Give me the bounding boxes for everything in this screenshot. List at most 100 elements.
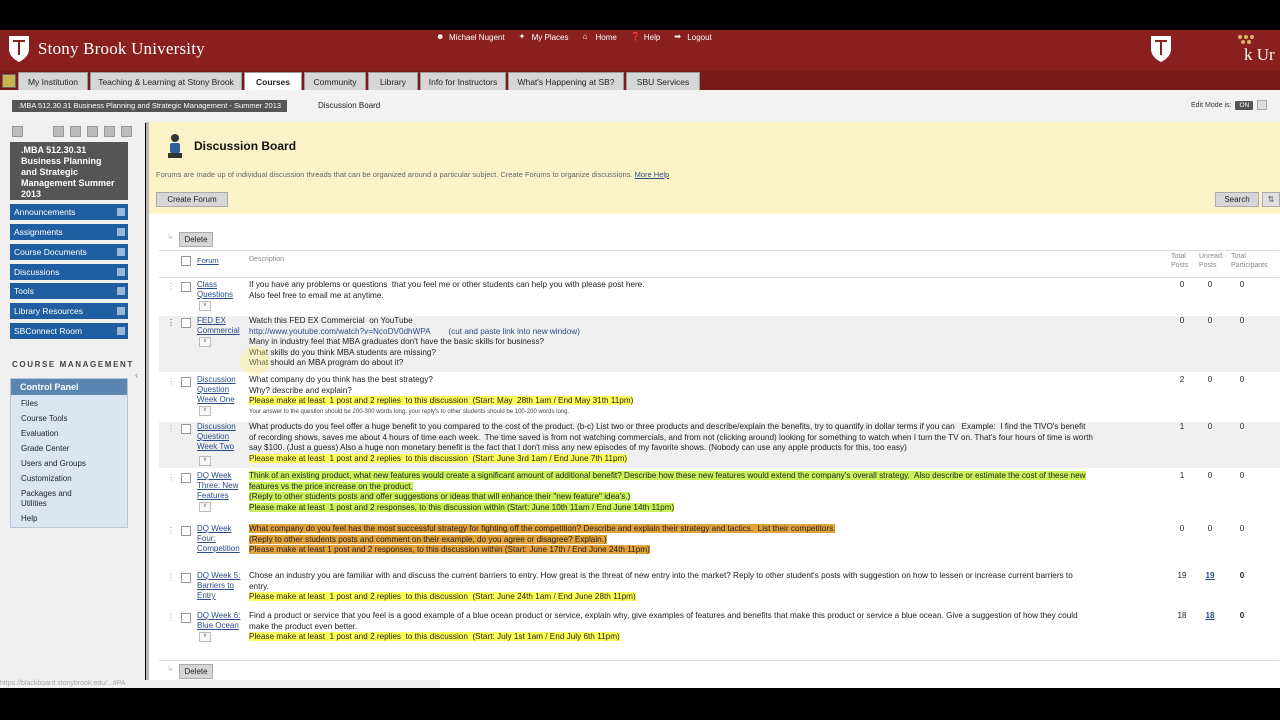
row-checkbox[interactable] bbox=[181, 424, 191, 434]
select-all-checkbox[interactable] bbox=[181, 256, 191, 266]
home-link[interactable]: ⌂ Home bbox=[583, 32, 617, 42]
logout-link[interactable]: ➡ Logout bbox=[674, 32, 711, 42]
delete-button-bottom[interactable]: Delete bbox=[179, 664, 213, 679]
sidebar-item-discussions[interactable]: Discussions bbox=[10, 264, 128, 280]
menu-options-icon[interactable] bbox=[117, 208, 125, 216]
control-panel-course-tools[interactable]: Course Tools bbox=[21, 414, 68, 423]
tab-teaching-learning[interactable]: Teaching & Learning at Stony Brook bbox=[90, 72, 242, 90]
menu-options-icon[interactable] bbox=[117, 268, 125, 276]
control-panel-grade-center[interactable]: Grade Center bbox=[21, 444, 69, 453]
menu-options-icon[interactable] bbox=[117, 287, 125, 295]
edit-mode-value[interactable]: ON bbox=[1235, 100, 1254, 110]
folder-icon[interactable] bbox=[70, 126, 81, 137]
tab-courses[interactable]: Courses bbox=[244, 72, 302, 90]
drag-handle-icon[interactable]: ⋮ bbox=[167, 526, 175, 535]
folder-view-icon[interactable] bbox=[53, 126, 64, 137]
control-panel-users-groups[interactable]: Users and Groups bbox=[21, 459, 86, 468]
control-panel-header[interactable]: Control Panel bbox=[11, 379, 127, 395]
drag-handle-icon[interactable]: ⋮ bbox=[167, 473, 175, 482]
chevron-down-icon[interactable]: ∨ bbox=[199, 406, 211, 416]
chevron-down-icon[interactable]: ∨ bbox=[199, 301, 211, 311]
window-bottom-bar bbox=[0, 688, 1280, 720]
drag-handle-icon[interactable]: ⋮ bbox=[167, 282, 175, 291]
unread-posts[interactable]: 18 bbox=[1201, 611, 1219, 620]
column-total-posts[interactable]: Total Posts bbox=[1171, 252, 1193, 270]
my-places-link[interactable]: ✦ My Places bbox=[519, 32, 569, 42]
forum-name[interactable]: FED EX Commercial bbox=[197, 316, 245, 336]
highlighted-line: What company do you feel has the most su… bbox=[249, 524, 836, 533]
chevron-down-icon[interactable]: ∨ bbox=[199, 337, 211, 347]
sidebar-item-announcements[interactable]: Announcements bbox=[10, 204, 128, 220]
menu-options-icon[interactable] bbox=[117, 307, 125, 315]
column-total-participants[interactable]: Total Participants bbox=[1231, 252, 1279, 270]
university-logo[interactable]: Stony Brook University bbox=[8, 35, 205, 63]
course-title-box[interactable]: .MBA 512.30.31 Business Planning and Str… bbox=[10, 142, 128, 200]
chevron-down-icon[interactable]: ∨ bbox=[199, 456, 211, 466]
help-link[interactable]: ❓ Help bbox=[631, 32, 660, 42]
forum-row: ⋮ DQ Week 6: Blue Ocean ∨ Find a product… bbox=[159, 611, 1280, 657]
settings-icon[interactable] bbox=[104, 126, 115, 137]
control-panel-help[interactable]: Help bbox=[21, 514, 37, 523]
forum-name[interactable]: DQ Week 6: Blue Ocean bbox=[197, 611, 245, 631]
sidebar-item-course-documents[interactable]: Course Documents bbox=[10, 244, 128, 260]
edit-mode-toggle[interactable]: Edit Mode is: ON bbox=[1191, 100, 1268, 110]
add-menu-item-icon[interactable] bbox=[12, 126, 23, 137]
forum-name[interactable]: Class Questions bbox=[197, 280, 245, 300]
drag-handle-icon[interactable]: ⋮ bbox=[167, 318, 175, 327]
tab-my-institution[interactable]: My Institution bbox=[18, 72, 88, 90]
row-checkbox[interactable] bbox=[181, 613, 191, 623]
forum-description: What products do you feel offer a huge b… bbox=[249, 422, 1171, 464]
row-checkbox[interactable] bbox=[181, 377, 191, 387]
menu-options-icon[interactable] bbox=[117, 248, 125, 256]
drag-handle-icon[interactable]: ⋮ bbox=[167, 573, 175, 582]
help-icon: ❓ bbox=[630, 32, 641, 41]
delete-button-top[interactable]: Delete bbox=[179, 232, 213, 247]
forum-name[interactable]: Discussion Question Week One bbox=[197, 375, 245, 405]
menu-icon[interactable] bbox=[2, 74, 16, 88]
tab-library[interactable]: Library bbox=[368, 72, 418, 90]
drag-handle-icon[interactable]: ⋮ bbox=[167, 424, 175, 433]
menu-options-icon[interactable] bbox=[117, 327, 125, 335]
control-panel-files[interactable]: Files bbox=[21, 399, 38, 408]
control-panel-evaluation[interactable]: Evaluation bbox=[21, 429, 58, 438]
row-checkbox[interactable] bbox=[181, 473, 191, 483]
breadcrumb-course[interactable]: .MBA 512.30.31 Business Planning and Str… bbox=[12, 100, 288, 112]
tab-whats-happening[interactable]: What's Happening at SB? bbox=[508, 72, 624, 90]
forum-name[interactable]: DQ Week Three: New Features bbox=[197, 471, 245, 501]
row-checkbox[interactable] bbox=[181, 526, 191, 536]
chevron-down-icon[interactable]: ∨ bbox=[199, 502, 211, 512]
column-unread-posts[interactable]: Unread Posts bbox=[1199, 252, 1227, 270]
more-help-link[interactable]: More Help bbox=[635, 170, 670, 179]
window-icon[interactable] bbox=[87, 126, 98, 137]
control-panel-packages-utilities[interactable]: Packages and Utilities bbox=[21, 489, 85, 509]
drag-handle-icon[interactable]: ⋮ bbox=[167, 613, 175, 622]
sidebar-item-assignments[interactable]: Assignments bbox=[10, 224, 128, 240]
row-checkbox[interactable] bbox=[181, 573, 191, 583]
tab-info-instructors[interactable]: Info for Instructors bbox=[420, 72, 506, 90]
course-title: .MBA 512.30.31 Business Planning and Str… bbox=[21, 145, 115, 199]
unread-posts[interactable]: 19 bbox=[1201, 571, 1219, 580]
tab-community[interactable]: Community bbox=[304, 72, 366, 90]
forum-name[interactable]: DQ Week Four: Competition bbox=[197, 524, 245, 554]
sidebar-item-tools[interactable]: Tools bbox=[10, 283, 128, 299]
row-checkbox[interactable] bbox=[181, 282, 191, 292]
create-forum-button[interactable]: Create Forum bbox=[156, 192, 228, 207]
column-forum[interactable]: Forum bbox=[197, 256, 219, 265]
sort-icon[interactable]: ⇅ bbox=[1262, 192, 1280, 207]
refresh-icon[interactable] bbox=[121, 126, 132, 137]
search-button[interactable]: Search bbox=[1215, 192, 1259, 207]
row-checkbox[interactable] bbox=[181, 318, 191, 328]
edit-mode-help-icon[interactable] bbox=[1257, 100, 1268, 110]
menu-options-icon[interactable] bbox=[117, 228, 125, 236]
sidebar-item-library-resources[interactable]: Library Resources bbox=[10, 303, 128, 319]
collapse-sidebar-icon[interactable]: ‹ bbox=[135, 370, 138, 380]
user-link[interactable]: ☻ Michael Nugent bbox=[436, 32, 505, 42]
chevron-down-icon[interactable]: ∨ bbox=[199, 632, 211, 642]
drag-handle-icon[interactable]: ⋮ bbox=[167, 377, 175, 386]
forum-name[interactable]: DQ Week 5: Barriers to Entry bbox=[197, 571, 245, 601]
tab-sbu-services[interactable]: SBU Services bbox=[626, 72, 700, 90]
youtube-link[interactable]: http://www.youtube.com/watch?v=NcoDV0dhW… bbox=[249, 327, 1171, 338]
control-panel-customization[interactable]: Customization bbox=[21, 474, 72, 483]
sidebar-item-sbconnect-room[interactable]: SBConnect Room bbox=[10, 323, 128, 339]
forum-name[interactable]: Discussion Question Week Two bbox=[197, 422, 245, 452]
